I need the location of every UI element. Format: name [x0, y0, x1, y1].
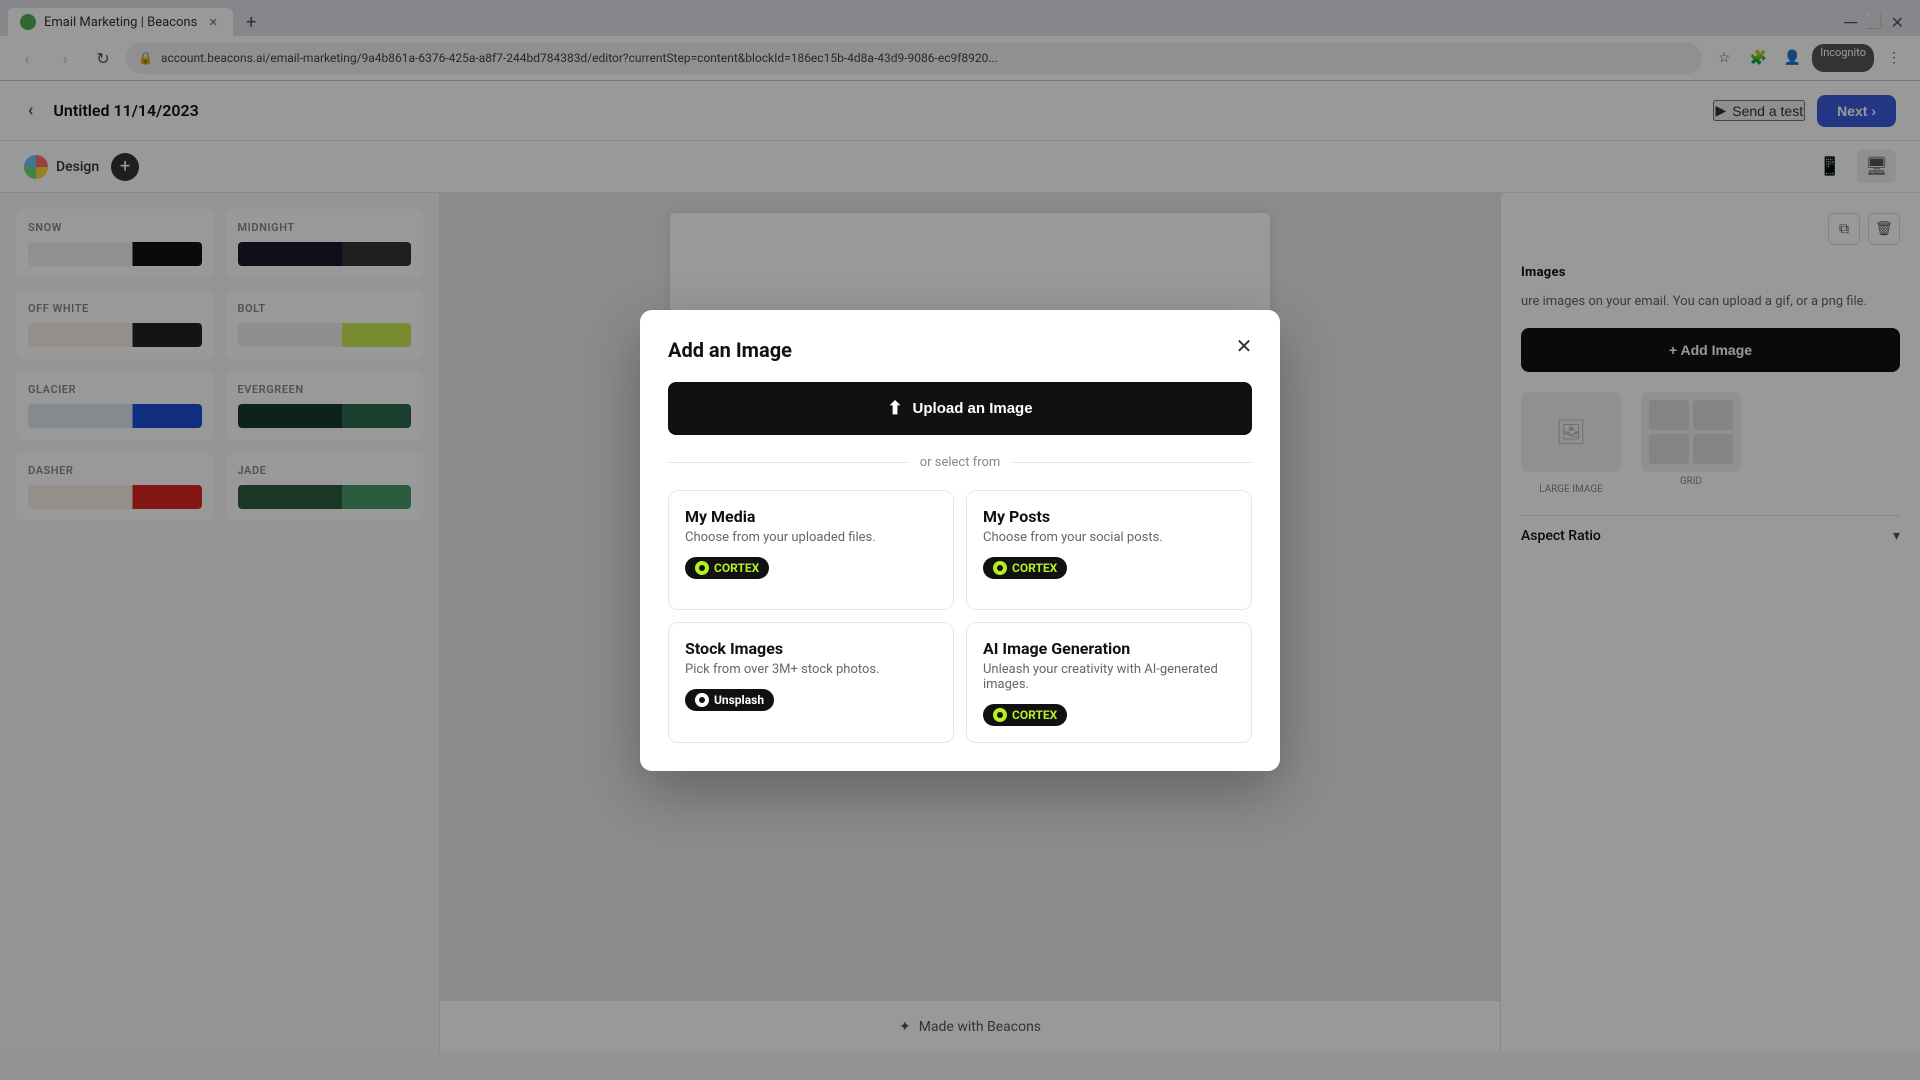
add-image-modal: Add an Image ✕ ⬆ Upload an Image or sele…	[640, 310, 1280, 771]
source-grid: My Media Choose from your uploaded files…	[668, 490, 1252, 743]
my-posts-title: My Posts	[983, 507, 1235, 526]
my-posts-card[interactable]: My Posts Choose from your social posts. …	[966, 490, 1252, 610]
my-media-title: My Media	[685, 507, 937, 526]
upload-image-button[interactable]: ⬆ Upload an Image	[668, 382, 1252, 435]
my-media-card[interactable]: My Media Choose from your uploaded files…	[668, 490, 954, 610]
my-media-desc: Choose from your uploaded files.	[685, 530, 937, 545]
cortex-badge-icon-posts	[993, 561, 1007, 575]
divider-row: or select from	[668, 455, 1252, 470]
unsplash-badge: Unsplash	[685, 689, 774, 711]
modal-title: Add an Image	[668, 338, 1252, 362]
unsplash-badge-icon	[695, 693, 709, 707]
upload-icon: ⬆	[887, 398, 902, 419]
cortex-badge-icon-ai	[993, 708, 1007, 722]
stock-images-title: Stock Images	[685, 639, 937, 658]
stock-images-card[interactable]: Stock Images Pick from over 3M+ stock ph…	[668, 622, 954, 743]
cortex-badge-icon-media	[695, 561, 709, 575]
unsplash-badge-label: Unsplash	[714, 693, 764, 707]
divider-text: or select from	[920, 455, 1001, 470]
ai-generation-badge: CORTEX	[983, 704, 1067, 726]
my-posts-desc: Choose from your social posts.	[983, 530, 1235, 545]
ai-generation-title: AI Image Generation	[983, 639, 1235, 658]
ai-generation-badge-label: CORTEX	[1012, 708, 1057, 722]
modal-overlay[interactable]: Add an Image ✕ ⬆ Upload an Image or sele…	[0, 0, 1920, 1080]
my-media-badge: CORTEX	[685, 557, 769, 579]
divider-right	[1012, 462, 1252, 463]
my-posts-badge-label: CORTEX	[1012, 561, 1057, 575]
my-posts-badge: CORTEX	[983, 557, 1067, 579]
divider-left	[668, 462, 908, 463]
stock-images-desc: Pick from over 3M+ stock photos.	[685, 662, 937, 677]
upload-label: Upload an Image	[913, 400, 1033, 417]
my-media-badge-label: CORTEX	[714, 561, 759, 575]
modal-close-button[interactable]: ✕	[1228, 330, 1260, 362]
ai-generation-desc: Unleash your creativity with AI-generate…	[983, 662, 1235, 692]
ai-generation-card[interactable]: AI Image Generation Unleash your creativ…	[966, 622, 1252, 743]
